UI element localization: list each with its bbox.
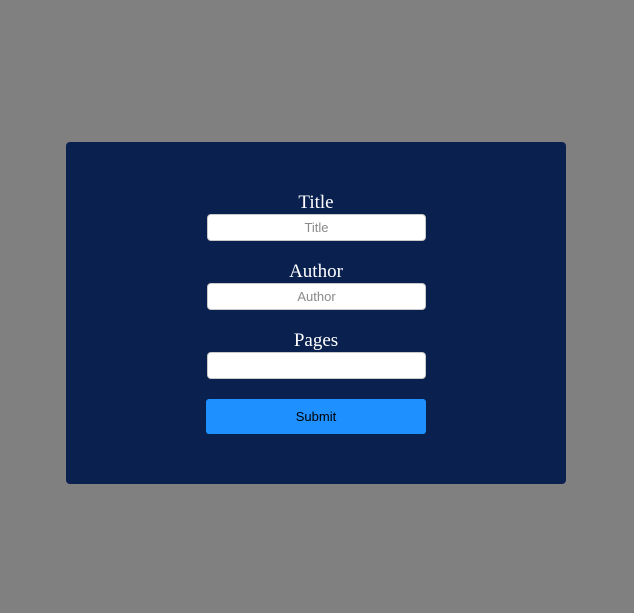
author-input[interactable] [207, 283, 426, 310]
title-input[interactable] [207, 214, 426, 241]
title-label: Title [298, 192, 334, 213]
pages-input[interactable] [207, 352, 426, 379]
submit-button[interactable]: Submit [206, 399, 426, 434]
book-form-modal: Title Author Pages Submit [66, 142, 566, 484]
page-backdrop: { "form": { "title_label": "Title", "tit… [0, 0, 634, 613]
pages-label: Pages [293, 330, 339, 351]
author-label: Author [289, 261, 343, 282]
